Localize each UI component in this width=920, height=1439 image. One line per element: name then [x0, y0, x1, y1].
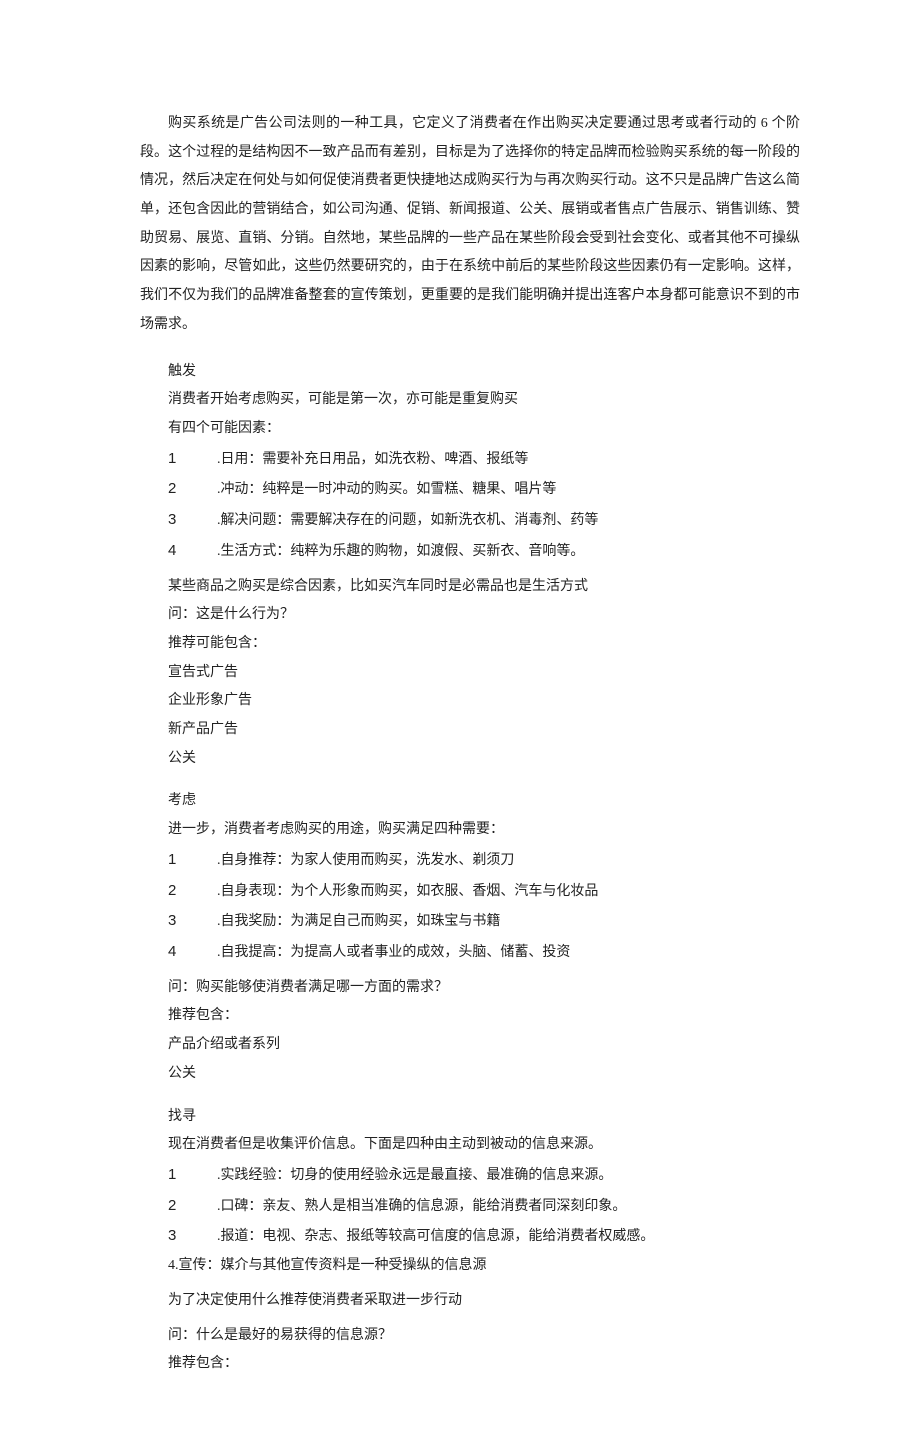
section-gap — [140, 1089, 800, 1103]
list-item: 1.实践经验：切身的使用经验永远是最直接、最准确的信息来源。 — [140, 1160, 800, 1191]
list-item: 4.生活方式：纯粹为乐趣的购物，如渡假、买新衣、音响等。 — [140, 536, 800, 567]
intro-paragraph: 购买系统是广告公司法则的一种工具，它定义了消费者在作出购买决定要通过思考或者行动… — [140, 110, 800, 340]
consider-rec-2: 公关 — [140, 1060, 800, 1089]
trigger-list: 1.日用：需要补充日用品，如洗衣粉、啤酒、报纸等 2.冲动：纯粹是一时冲动的购买… — [140, 444, 800, 567]
section-title-search: 找寻 — [140, 1103, 800, 1132]
trigger-lead-2: 有四个可能因素： — [140, 415, 800, 444]
list-item-text: 日用：需要补充日用品，如洗衣粉、啤酒、报纸等 — [220, 452, 528, 467]
trigger-rec-label: 推荐可能包含： — [140, 630, 800, 659]
search-item-4-compact: 4.宣传：媒介与其他宣传资料是一种受操纵的信息源 — [140, 1252, 800, 1281]
list-item-text: 自身推荐：为家人使用而购买，洗发水、剃须刀 — [220, 853, 514, 868]
list-item-text: 口碑：亲友、熟人是相当准确的信息源，能给消费者同深刻印象。 — [220, 1199, 626, 1214]
search-tail: 为了决定使用什么推荐使消费者采取进一步行动 — [140, 1287, 800, 1316]
list-item: 3.解决问题：需要解决存在的问题，如新洗衣机、消毒剂、药等 — [140, 505, 800, 536]
search-list: 1.实践经验：切身的使用经验永远是最直接、最准确的信息来源。 2.口碑：亲友、熟… — [140, 1160, 800, 1252]
list-item-text: 自我提高：为提高人或者事业的成效，头脑、储蓄、投资 — [220, 945, 570, 960]
list-item: 1.自身推荐：为家人使用而购买，洗发水、剃须刀 — [140, 845, 800, 876]
list-item-text: 自身表现：为个人形象而购买，如衣服、香烟、汽车与化妆品 — [220, 884, 598, 899]
search-rec-label: 推荐包含： — [140, 1350, 800, 1379]
list-item-text: 解决问题：需要解决存在的问题，如新洗衣机、消毒剂、药等 — [220, 513, 598, 528]
trigger-rec-4: 公关 — [140, 745, 800, 774]
trigger-rec-2: 企业形象广告 — [140, 687, 800, 716]
list-item-text: 冲动：纯粹是一时冲动的购买。如雪糕、糖果、唱片等 — [220, 482, 556, 497]
list-item-text: 报道：电视、杂志、报纸等较高可信度的信息源，能给消费者权威感。 — [220, 1229, 654, 1244]
consider-question: 问：购买能够使消费者满足哪一方面的需求？ — [140, 974, 800, 1003]
list-item: 1.日用：需要补充日用品，如洗衣粉、啤酒、报纸等 — [140, 444, 800, 475]
list-item: 4.自我提高：为提高人或者事业的成效，头脑、储蓄、投资 — [140, 937, 800, 968]
trigger-question: 问：这是什么行为？ — [140, 601, 800, 630]
list-item-text: 自我奖励：为满足自己而购买，如珠宝与书籍 — [220, 914, 500, 929]
list-item: 2.冲动：纯粹是一时冲动的购买。如雪糕、糖果、唱片等 — [140, 474, 800, 505]
list-item: 3.自我奖励：为满足自己而购买，如珠宝与书籍 — [140, 906, 800, 937]
consider-list: 1.自身推荐：为家人使用而购买，洗发水、剃须刀 2.自身表现：为个人形象而购买，… — [140, 845, 800, 968]
section-gap — [140, 773, 800, 787]
consider-lead-1: 进一步，消费者考虑购买的用途，购买满足四种需要： — [140, 816, 800, 845]
trigger-rec-3: 新产品广告 — [140, 716, 800, 745]
search-question: 问：什么是最好的易获得的信息源？ — [140, 1322, 800, 1351]
list-item-text: 实践经验：切身的使用经验永远是最直接、最准确的信息来源。 — [220, 1168, 612, 1183]
consider-rec-1: 产品介绍或者系列 — [140, 1031, 800, 1060]
consider-rec-label: 推荐包含： — [140, 1002, 800, 1031]
search-lead-1: 现在消费者但是收集评价信息。下面是四种由主动到被动的信息来源。 — [140, 1131, 800, 1160]
section-title-consider: 考虑 — [140, 787, 800, 816]
list-item-text: 生活方式：纯粹为乐趣的购物，如渡假、买新衣、音响等。 — [220, 544, 584, 559]
list-item: 2.口碑：亲友、熟人是相当准确的信息源，能给消费者同深刻印象。 — [140, 1191, 800, 1222]
document-page: 购买系统是广告公司法则的一种工具，它定义了消费者在作出购买决定要通过思考或者行动… — [0, 0, 920, 1439]
trigger-lead-1: 消费者开始考虑购买，可能是第一次，亦可能是重复购买 — [140, 386, 800, 415]
list-item: 3.报道：电视、杂志、报纸等较高可信度的信息源，能给消费者权威感。 — [140, 1221, 800, 1252]
trigger-tail: 某些商品之购买是综合因素，比如买汽车同时是必需品也是生活方式 — [140, 573, 800, 602]
trigger-rec-1: 宣告式广告 — [140, 659, 800, 688]
list-item: 2.自身表现：为个人形象而购买，如衣服、香烟、汽车与化妆品 — [140, 876, 800, 907]
section-title-trigger: 触发 — [140, 358, 800, 387]
